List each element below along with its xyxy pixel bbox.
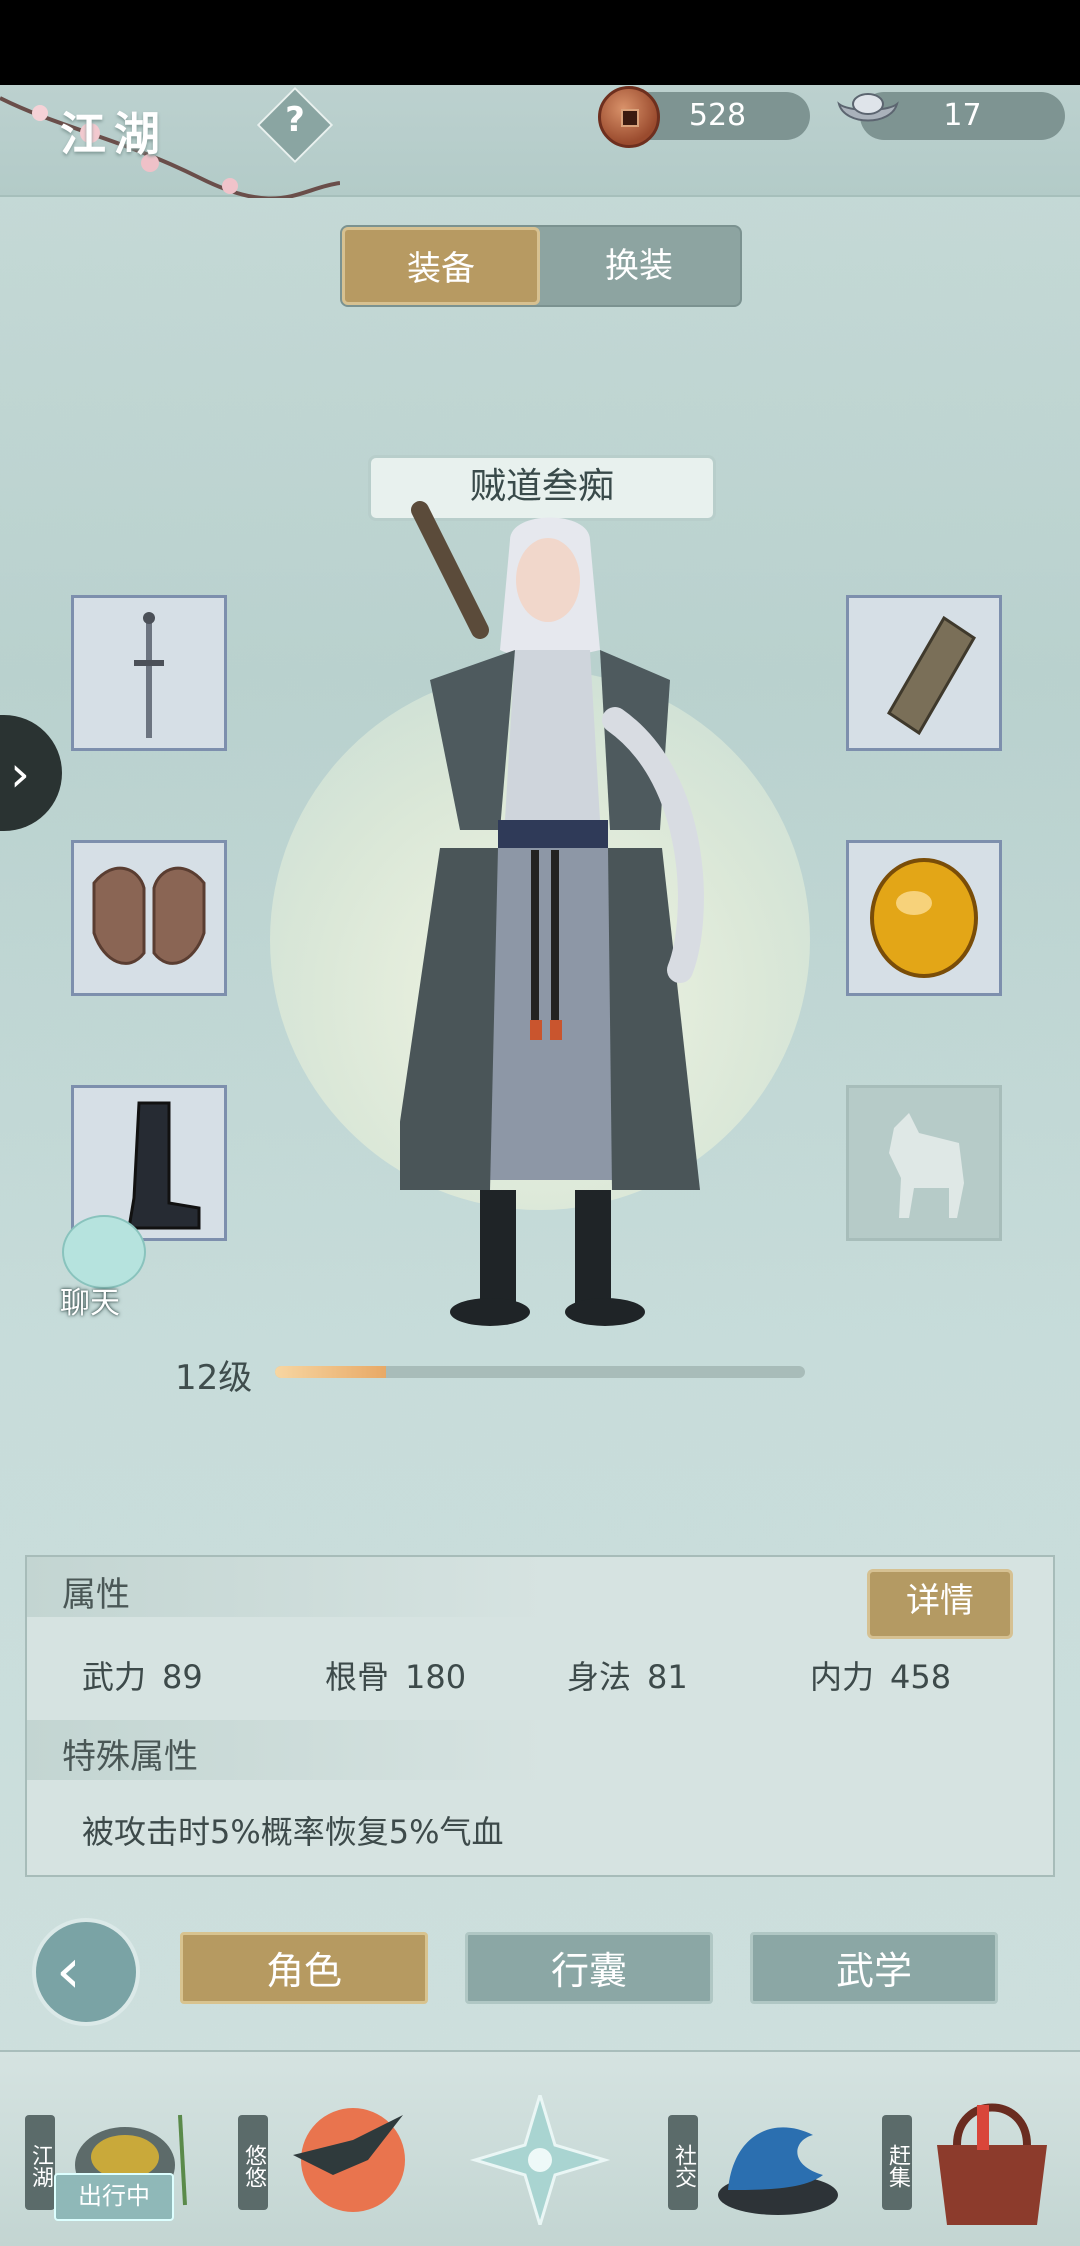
side-expand-button[interactable]: ›: [0, 715, 62, 831]
nav-social[interactable]: 社交: [668, 2085, 858, 2235]
stat-wuli: 武力 89: [82, 1652, 203, 1698]
equip-slot-mount[interactable]: [846, 1085, 1002, 1241]
chat-label: 聊天: [60, 1286, 120, 1321]
copper-coin-icon: [598, 86, 660, 148]
sword-icon: [134, 612, 164, 738]
status-badge-traveling: 出行中: [54, 2173, 174, 2221]
equip-slot-accessory[interactable]: [846, 840, 1002, 996]
stat-name: 武力: [82, 1658, 147, 1696]
level-progress-bar: [275, 1366, 805, 1378]
details-button[interactable]: 详情: [867, 1569, 1013, 1639]
stat-shenfa: 身法 81: [567, 1652, 688, 1698]
special-attribute-text: 被攻击时5%概率恢复5%气血: [82, 1813, 504, 1851]
attributes-panel: 属性 详情 武力 89 根骨 180 身法 81 内力 458 特殊属性 被攻击时5%概…: [25, 1555, 1055, 1877]
chevron-right-icon: ›: [10, 745, 30, 803]
tab-role[interactable]: 角色: [180, 1932, 428, 2004]
tab-outfit[interactable]: 换装: [540, 227, 738, 305]
stat-name: 内力: [810, 1658, 875, 1696]
tab-martial-arts[interactable]: 武学: [750, 1932, 998, 2004]
equipment-tab-bar: 装备 换装: [340, 225, 742, 307]
wave-bowl-icon: [718, 2127, 838, 2215]
market-basket-icon: [937, 2103, 1047, 2225]
horse-icon: [889, 1113, 964, 1218]
stat-gengu: 根骨 180: [325, 1652, 466, 1698]
amber-gem-icon: [870, 858, 978, 978]
nav-jianghu-label: 江湖: [25, 2115, 55, 2210]
nav-youyou[interactable]: 悠悠: [238, 2085, 428, 2235]
equip-slot-weapon[interactable]: [71, 595, 227, 751]
page-title: 江湖: [60, 107, 168, 161]
attributes-heading: 属性: [62, 1575, 130, 1615]
stat-value: 180: [405, 1658, 467, 1696]
stat-neili: 内力 458: [810, 1652, 951, 1698]
nav-youyou-label: 悠悠: [238, 2115, 268, 2210]
character-model[interactable]: [400, 500, 730, 1330]
compass-star-icon: [469, 2095, 611, 2225]
back-arrow-icon: ‹: [56, 1934, 81, 2007]
armor-icon: [92, 866, 206, 965]
bracer-icon: [886, 615, 977, 736]
stat-value: 89: [162, 1658, 203, 1696]
stat-name: 身法: [567, 1658, 632, 1696]
chat-button[interactable]: 聊天: [42, 1215, 152, 1321]
equip-slot-armor[interactable]: [71, 840, 227, 996]
tab-equipment[interactable]: 装备: [342, 227, 540, 305]
level-label: 12级: [175, 1358, 253, 1398]
nav-social-label: 社交: [668, 2115, 698, 2210]
special-attributes-heading: 特殊属性: [62, 1737, 198, 1777]
back-button[interactable]: ‹: [32, 1918, 140, 2026]
tab-bag[interactable]: 行囊: [465, 1932, 713, 2004]
nav-market[interactable]: 赶集: [882, 2085, 1072, 2235]
magpie-sun-icon: [293, 2108, 405, 2212]
help-icon: ?: [285, 100, 305, 140]
nav-center[interactable]: [445, 2085, 635, 2235]
stat-name: 根骨: [325, 1658, 390, 1696]
status-bar: [0, 0, 1080, 85]
stat-value: 81: [647, 1658, 688, 1696]
silver-ingot-icon: [837, 93, 899, 122]
stat-value: 458: [890, 1658, 952, 1696]
level-progress-fill: [275, 1366, 387, 1378]
equip-slot-bracer[interactable]: [846, 595, 1002, 751]
nav-market-label: 赶集: [882, 2115, 912, 2210]
